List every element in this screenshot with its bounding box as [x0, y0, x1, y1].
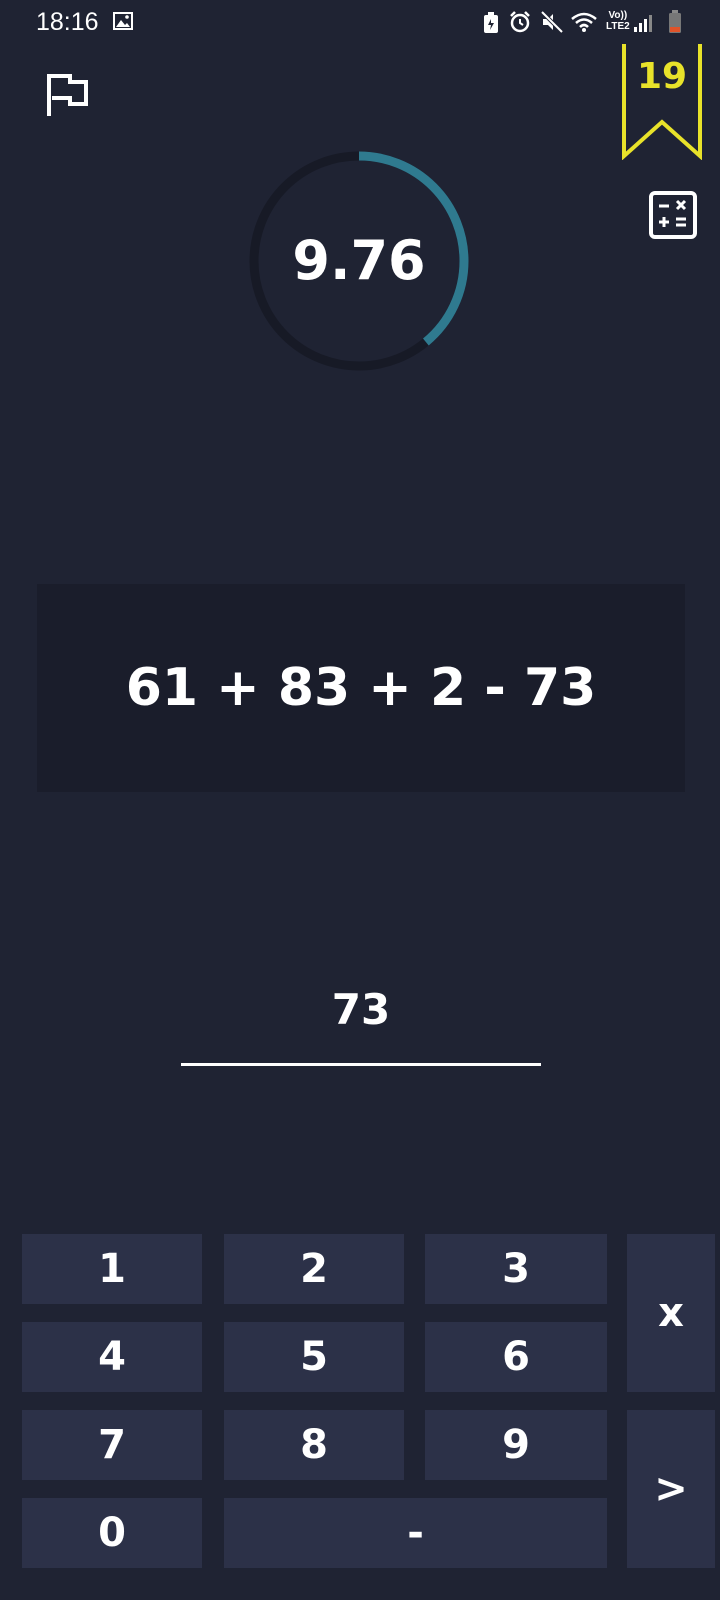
question-box: 61 + 83 + 2 - 73	[37, 584, 685, 792]
flag-button[interactable]	[44, 72, 92, 120]
status-bar: 18:16 Vo)) LTE2	[0, 0, 720, 48]
battery-icon	[669, 10, 681, 33]
key-7[interactable]: 7	[22, 1410, 202, 1480]
battery-saver-icon	[484, 12, 498, 33]
volte-label: Vo)) LTE2	[606, 10, 630, 32]
mute-icon	[540, 10, 564, 34]
status-time: 18:16	[36, 8, 99, 36]
gallery-icon	[113, 12, 133, 30]
clear-button[interactable]: x	[627, 1234, 715, 1392]
question-expression: 61 + 83 + 2 - 73	[125, 658, 597, 718]
key-8[interactable]: 8	[224, 1410, 404, 1480]
key-2[interactable]: 2	[224, 1234, 404, 1304]
key-0[interactable]: 0	[22, 1498, 202, 1568]
answer-underline	[181, 1063, 541, 1066]
calculator-icon	[649, 191, 697, 239]
key-minus[interactable]: -	[224, 1498, 607, 1568]
wifi-icon	[571, 12, 597, 32]
timer: 9.76	[248, 150, 470, 372]
answer-value: 73	[331, 985, 391, 1034]
key-4[interactable]: 4	[22, 1322, 202, 1392]
signal-icon	[634, 15, 652, 32]
key-5[interactable]: 5	[224, 1322, 404, 1392]
key-6[interactable]: 6	[425, 1322, 607, 1392]
streak-value: 19	[636, 56, 688, 97]
alarm-icon	[510, 11, 530, 33]
flag-icon	[47, 74, 88, 116]
key-1[interactable]: 1	[22, 1234, 202, 1304]
streak-badge: 19	[620, 44, 704, 160]
submit-button[interactable]: >	[627, 1410, 715, 1568]
timer-value: 9.76	[292, 229, 426, 292]
key-3[interactable]: 3	[425, 1234, 607, 1304]
answer-field[interactable]: 73	[181, 985, 541, 1066]
calculator-button[interactable]	[648, 190, 698, 240]
key-9[interactable]: 9	[425, 1410, 607, 1480]
